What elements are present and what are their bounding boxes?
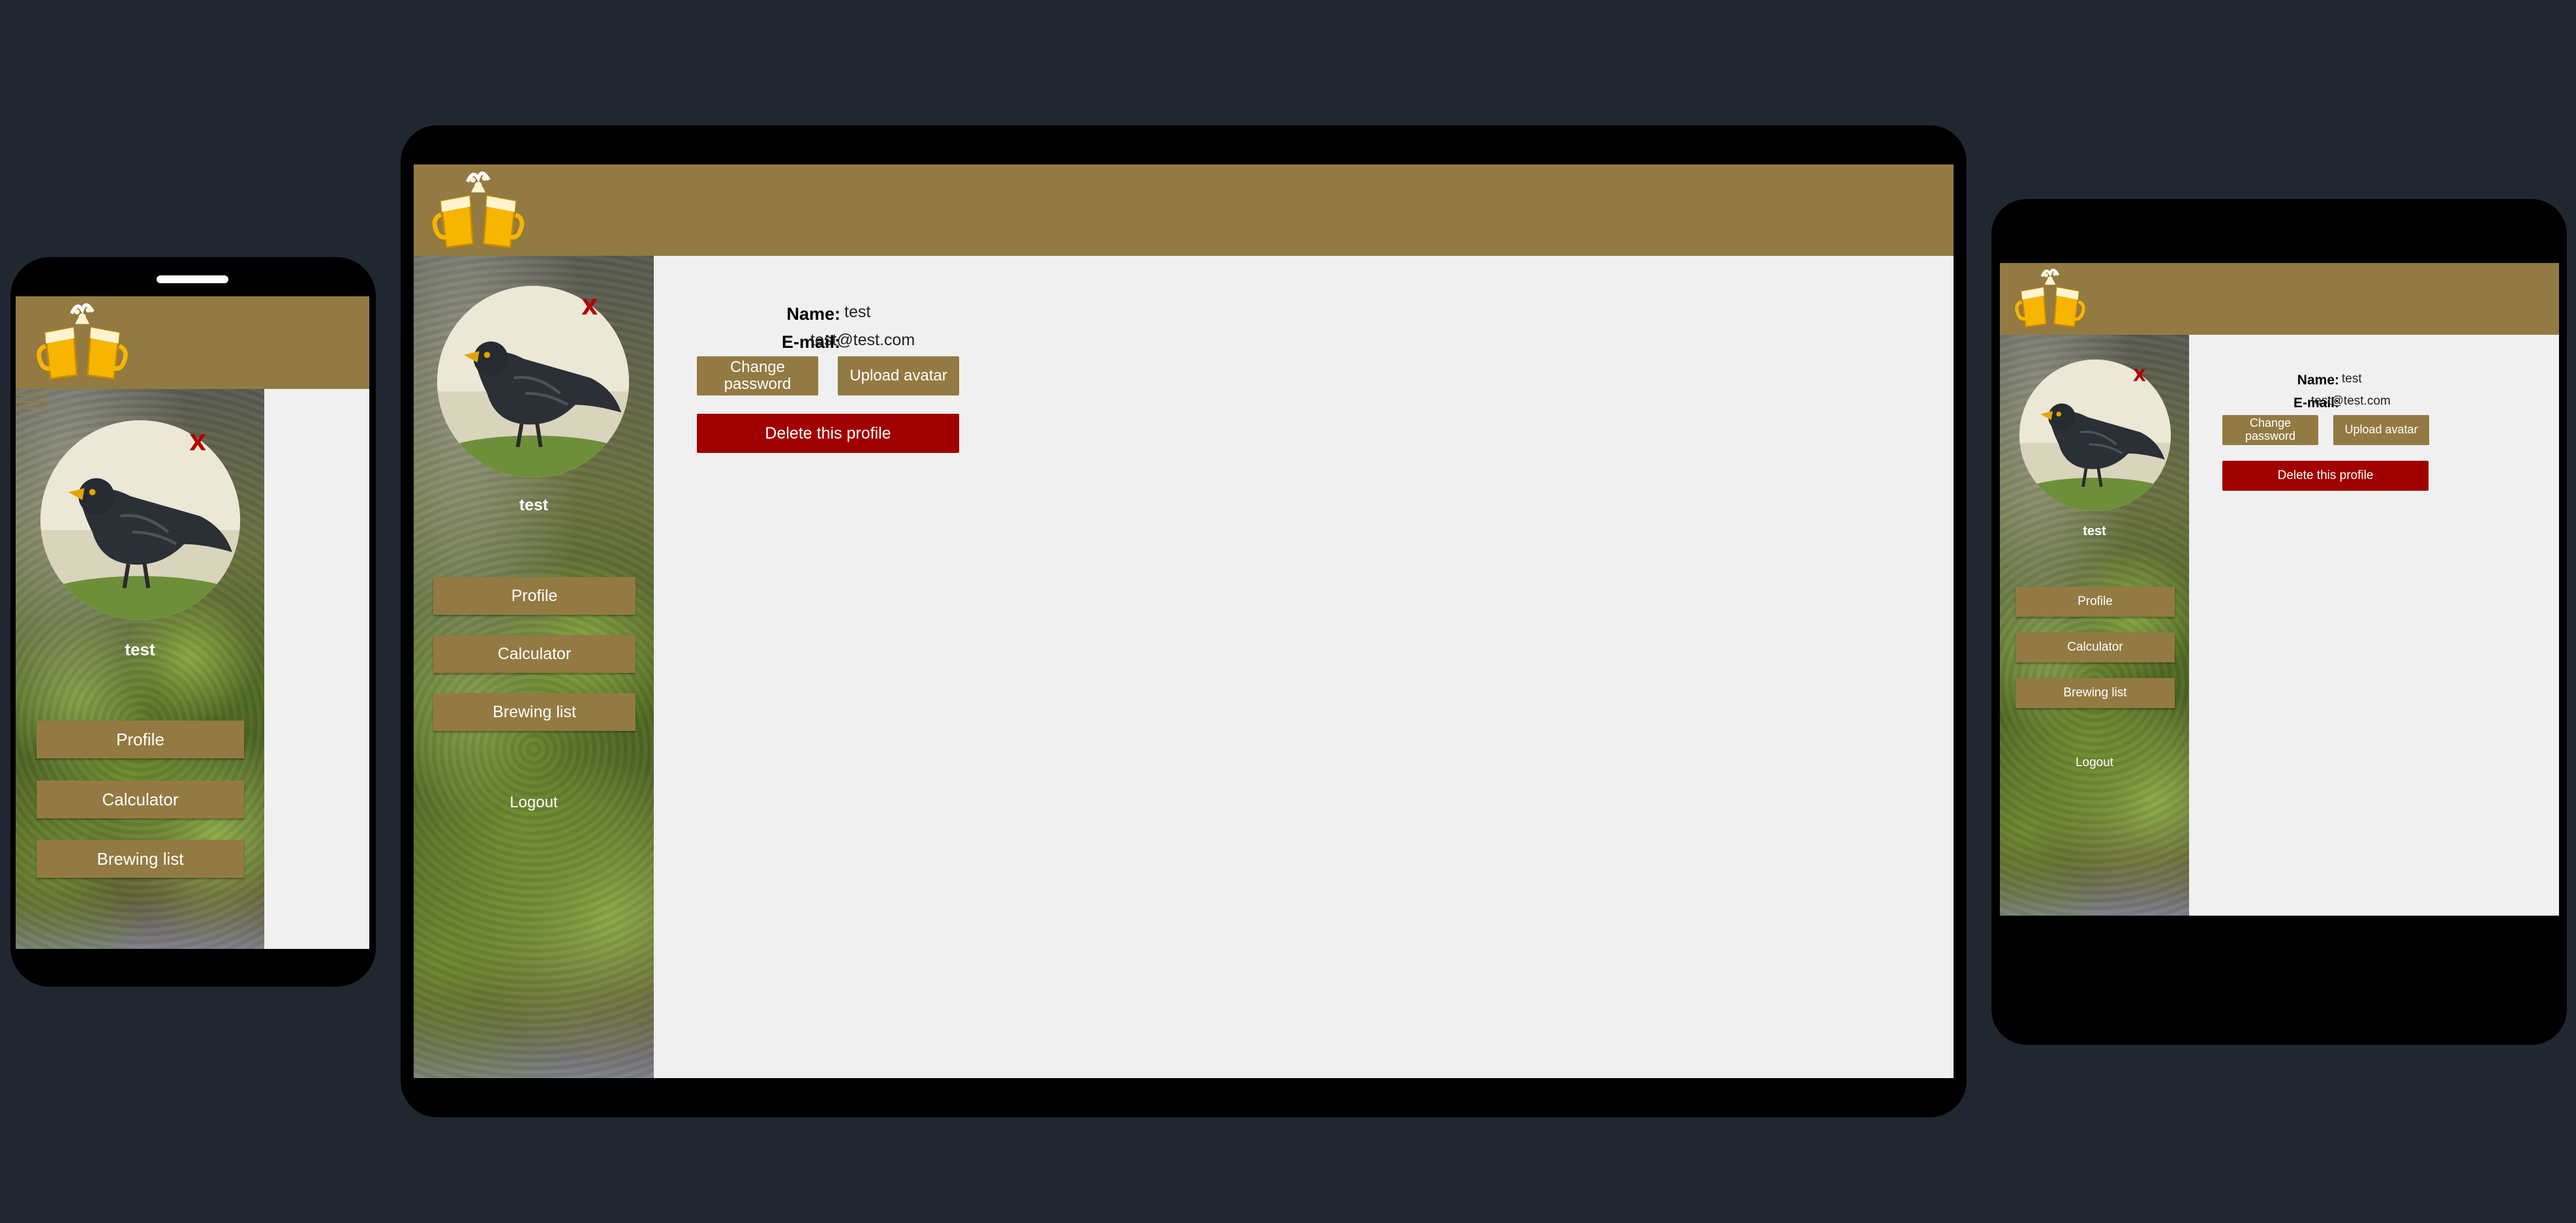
avatar[interactable] [2019, 360, 2171, 511]
remove-avatar-icon[interactable]: X [581, 296, 598, 318]
logo-icon[interactable] [2014, 264, 2086, 332]
app-header [2000, 263, 2559, 335]
change-password-button[interactable]: Change password [2222, 415, 2318, 445]
phone-speaker [157, 275, 228, 283]
delete-profile-button[interactable]: Delete this profile [697, 414, 959, 453]
name-value: test [2342, 372, 2362, 386]
phone-frame: X test Profile Calculator Brewing list [10, 257, 376, 987]
email-value: test@test.com [810, 331, 915, 349]
hamburger-menu-icon[interactable] [17, 394, 47, 414]
remove-avatar-icon[interactable]: X [2133, 367, 2146, 384]
sidebar-item-brewing-list[interactable]: Brewing list [433, 693, 636, 731]
sidebar-item-profile[interactable]: Profile [37, 720, 244, 758]
sidebar-item-calculator[interactable]: Calculator [2016, 632, 2175, 662]
phone-screen: X test Profile Calculator Brewing list [16, 296, 369, 949]
tablet-frame: X test Profile Calculator Brewing list L… [1991, 199, 2567, 1045]
sidebar-username: test [2083, 524, 2106, 538]
logo-icon[interactable] [37, 298, 128, 386]
sidebar: X test Profile Calculator Brewing list L… [414, 256, 654, 1078]
change-password-button[interactable]: Change password [697, 356, 818, 395]
sidebar-item-profile[interactable]: Profile [2016, 587, 2175, 617]
sidebar-item-brewing-list[interactable]: Brewing list [37, 840, 244, 878]
name-label: Name: [786, 304, 840, 324]
sidebar-username: test [125, 640, 155, 659]
desktop-screen: X test Profile Calculator Brewing list L… [414, 164, 1954, 1078]
logo-icon[interactable] [431, 166, 526, 255]
name-label: Name: [2297, 373, 2339, 388]
name-value: test [844, 303, 871, 321]
avatar[interactable] [437, 286, 629, 478]
sidebar-item-brewing-list[interactable]: Brewing list [2016, 678, 2175, 708]
desktop-frame: X test Profile Calculator Brewing list L… [401, 125, 1967, 1117]
upload-avatar-button[interactable]: Upload avatar [838, 356, 959, 395]
sidebar: X test Profile Calculator Brewing list L… [2000, 335, 2189, 916]
app-header [414, 164, 1954, 256]
sidebar-item-calculator[interactable]: Calculator [433, 635, 636, 673]
sidebar: X test Profile Calculator Brewing list [16, 389, 264, 949]
sidebar-item-profile[interactable]: Profile [433, 577, 636, 615]
sidebar-logout-link[interactable]: Logout [414, 794, 654, 812]
sidebar-logout-link[interactable]: Logout [2000, 756, 2189, 770]
avatar[interactable] [40, 420, 240, 620]
app-header [16, 296, 369, 389]
tablet-screen: X test Profile Calculator Brewing list L… [2000, 263, 2559, 916]
email-value: test@test.com [2311, 394, 2391, 408]
upload-avatar-button[interactable]: Upload avatar [2333, 415, 2429, 445]
sidebar-item-calculator[interactable]: Calculator [37, 781, 244, 818]
delete-profile-button[interactable]: Delete this profile [2222, 461, 2429, 491]
sidebar-username: test [519, 496, 549, 514]
remove-avatar-icon[interactable]: X [189, 432, 206, 454]
